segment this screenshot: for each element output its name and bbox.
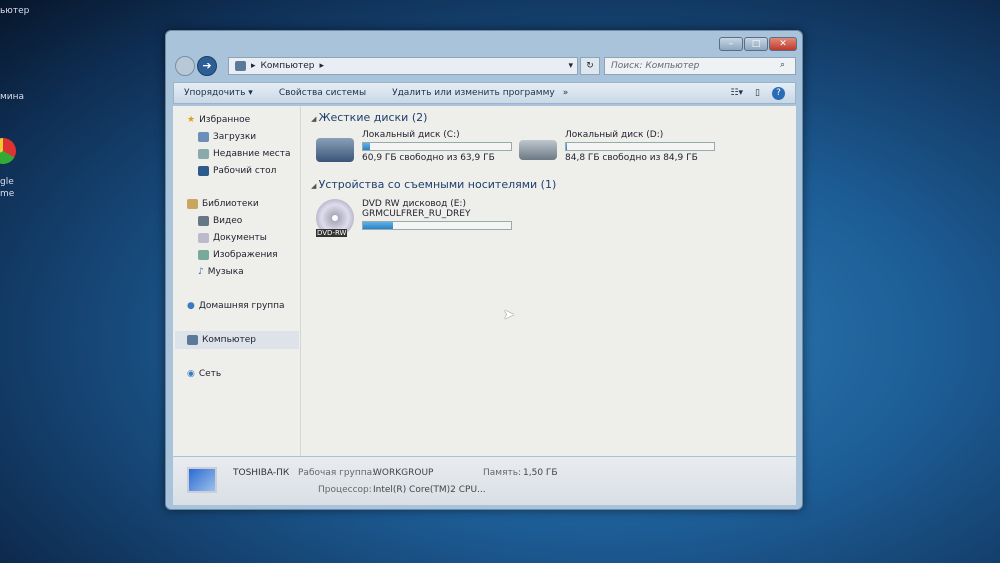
drive-free-space: 60,9 ГБ свободно из 63,9 ГБ [362,153,495,163]
desktop-icon-label[interactable]: ьютер [0,6,29,16]
organize-button[interactable]: Упорядочить ▾ [184,88,253,98]
system-drive-icon [316,138,354,162]
drive-c[interactable]: Локальный диск (C:) 60,9 ГБ свободно из … [316,130,512,163]
nav-computer[interactable]: Компьютер [175,331,299,349]
drive-e[interactable]: DVD-RW DVD RW дисковод (E:) GRMCULFRER_R… [316,199,512,237]
desktop-icon [198,166,209,176]
usage-bar [362,221,512,230]
computer-icon [187,467,217,493]
nav-libraries[interactable]: Библиотеки [187,199,259,209]
address-dropdown-icon[interactable]: ▾ [568,61,573,71]
back-button[interactable] [175,56,195,76]
minimize-button[interactable]: – [719,37,743,51]
address-bar[interactable]: ▸ Компьютер ▸ ▾ [228,57,578,75]
nav-network[interactable]: ◉ Сеть [187,369,221,379]
usage-bar [362,142,512,151]
search-icon[interactable]: ⌕ [780,60,785,70]
view-options-icon[interactable]: ☷▾ [730,88,743,98]
group-removable[interactable]: ◢ Устройства со съемными носителями (1) [311,178,556,191]
search-input[interactable]: Поиск: Компьютер [604,57,796,75]
details-pane: TOSHIBA-ПК Рабочая группа: WORKGROUP Пам… [173,457,796,505]
nav-homegroup[interactable]: ● Домашняя группа [187,301,285,311]
maximize-button[interactable]: □ [744,37,768,51]
preview-pane-icon[interactable]: ▯ [755,88,760,98]
network-icon: ◉ [187,369,195,379]
usage-fill [363,143,370,150]
workgroup-label: Рабочая группа: [298,468,376,478]
refresh-button[interactable]: ↻ [580,57,600,75]
hard-drive-icon [519,140,557,160]
nav-favorites[interactable]: ★ Избранное [187,115,250,125]
more-button[interactable]: » [563,88,569,98]
workgroup-value: WORKGROUP [373,468,434,478]
star-icon: ★ [187,115,196,125]
drive-free-space: 84,8 ГБ свободно из 84,9 ГБ [565,153,698,163]
cpu-label: Процессор: [318,485,372,495]
disc-label: GRMCULFRER_RU_DREY [362,209,471,219]
memory-label: Память: [483,468,522,478]
content-area: ★ Избранное Загрузки Недавние места Рабоч… [173,106,796,456]
breadcrumb-separator: ▸ [251,61,256,71]
drive-name: Локальный диск (D:) [565,130,664,140]
usage-fill [363,222,393,229]
nav-video[interactable]: Видео [198,216,242,226]
breadcrumb-separator: ▸ [319,61,325,71]
navigation-pane: ★ Избранное Загрузки Недавние места Рабоч… [173,106,301,456]
video-icon [198,216,209,226]
drive-name: DVD RW дисковод (E:) [362,199,466,209]
explorer-window: – □ ✕ ➔ ▸ Компьютер ▸ ▾ ↻ Поиск: Компьют… [165,30,803,510]
documents-icon [198,233,209,243]
nav-recent[interactable]: Недавние места [198,149,291,159]
breadcrumb-computer[interactable]: Компьютер [261,61,315,71]
drive-name: Локальный диск (C:) [362,130,460,140]
libraries-icon [187,199,198,209]
usage-fill [566,143,568,150]
memory-value: 1,50 ГБ [523,468,558,478]
music-icon: ♪ [198,267,204,277]
command-bar: Упорядочить ▾ Свойства системы Удалить и… [173,82,796,104]
computer-icon [235,61,246,71]
nav-desktop[interactable]: Рабочий стол [198,166,276,176]
chrome-icon[interactable] [0,138,16,164]
nav-documents[interactable]: Документы [198,233,267,243]
close-button[interactable]: ✕ [769,37,797,51]
downloads-icon [198,132,209,142]
cpu-value: Intel(R) Core(TM)2 CPU... [373,485,486,495]
nav-images[interactable]: Изображения [198,250,278,260]
pc-name: TOSHIBA-ПК [233,468,290,478]
dvd-drive-icon: DVD-RW [316,199,354,237]
group-hard-drives[interactable]: ◢ Жесткие диски (2) [311,111,427,124]
desktop-icon-label[interactable]: me [0,189,14,199]
recent-places-icon [198,149,209,159]
desktop-icon-label[interactable]: gle [0,177,14,187]
homegroup-icon: ● [187,301,195,311]
usage-bar [565,142,715,151]
images-icon [198,250,209,260]
mouse-cursor: ➤ [503,307,515,323]
desktop-icon-label[interactable]: мина [0,92,24,102]
nav-music[interactable]: ♪ Музыка [198,267,244,277]
uninstall-program-button[interactable]: Удалить или изменить программу [392,88,555,98]
computer-icon [187,335,198,345]
nav-downloads[interactable]: Загрузки [198,132,256,142]
help-icon[interactable]: ? [772,86,785,100]
forward-button[interactable]: ➔ [197,56,217,76]
system-properties-button[interactable]: Свойства системы [279,88,366,98]
drive-d[interactable]: Локальный диск (D:) 84,8 ГБ свободно из … [519,130,715,163]
